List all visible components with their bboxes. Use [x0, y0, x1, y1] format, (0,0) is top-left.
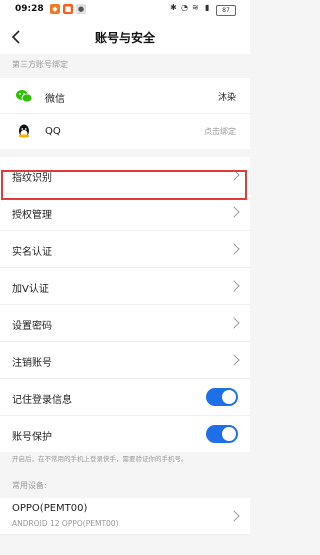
third-party-value: 沐染: [217, 93, 236, 103]
device-item[interactable]: OPPO(PEMT00) ANDROID 12 OPPO(PEMT00): [0, 498, 250, 535]
page-title: 账号与安全: [94, 31, 155, 45]
wifi-icon: ≋: [192, 3, 199, 12]
battery-indicator: 87: [216, 5, 236, 16]
third-party-name: 微信: [45, 94, 65, 105]
toggle-knob: [222, 427, 236, 441]
toggle-row-remember-login: 记住登录信息: [0, 379, 250, 416]
app-notification-icon: ●: [76, 4, 86, 14]
settings-item-realname[interactable]: 实名认证: [0, 231, 250, 268]
third-party-item-wechat[interactable]: 微信 沐染: [0, 78, 250, 114]
nav-bar: 账号与安全: [0, 20, 250, 54]
toggle-label: 账号保护: [12, 432, 52, 443]
chevron-right-icon: [228, 243, 240, 255]
settings-item-label: 授权管理: [12, 210, 52, 221]
signal-icon: ▮: [205, 3, 210, 12]
protection-note: 开启后，在不常用的手机上登录快手，需要验证你的手机号。: [12, 455, 188, 463]
section-label-devices: 常用设备:: [12, 481, 47, 490]
device-name: OPPO(PEMT00): [12, 503, 88, 514]
devices-card: OPPO(PEMT00) ANDROID 12 OPPO(PEMT00): [0, 498, 250, 535]
status-bar: 09:28 ◆ ■ ● ✱ ◔ ≋ ▮ 87: [0, 0, 250, 20]
chevron-right-icon: [228, 317, 240, 329]
toggle-label: 记住登录信息: [12, 395, 72, 406]
settings-item-delete-account[interactable]: 注销账号: [0, 342, 250, 379]
section-label-third-party: 第三方账号绑定: [12, 60, 68, 69]
settings-item-label: 注销账号: [12, 358, 52, 369]
alarm-icon: ◔: [181, 3, 188, 12]
account-protection-toggle[interactable]: [206, 425, 238, 443]
highlight-box: [1, 170, 247, 200]
third-party-card: 微信 沐染 QQ 点击绑定: [0, 78, 250, 149]
app-notification-icon: ■: [63, 4, 73, 14]
wechat-icon: [16, 90, 33, 103]
toggle-knob: [222, 390, 236, 404]
status-time: 09:28: [15, 4, 44, 14]
bluetooth-icon: ✱: [170, 3, 177, 12]
third-party-value: 点击绑定: [204, 127, 236, 136]
third-party-item-qq[interactable]: QQ 点击绑定: [0, 114, 250, 149]
settings-item-v-verify[interactable]: 加V认证: [0, 268, 250, 305]
device-detail: ANDROID 12 OPPO(PEMT00): [12, 519, 119, 528]
third-party-name: QQ: [45, 126, 61, 137]
chevron-right-icon: [228, 280, 240, 292]
remember-login-toggle[interactable]: [206, 388, 238, 406]
qq-icon: [18, 124, 30, 138]
chevron-right-icon: [228, 510, 240, 522]
settings-item-label: 设置密码: [12, 321, 52, 332]
settings-item-password[interactable]: 设置密码: [0, 305, 250, 342]
chevron-right-icon: [228, 354, 240, 366]
settings-item-label: 加V认证: [12, 284, 49, 295]
app-notification-icon: ◆: [50, 4, 60, 14]
chevron-right-icon: [228, 206, 240, 218]
toggle-row-account-protection: 账号保护: [0, 416, 250, 452]
settings-card: 指纹识别 授权管理 实名认证 加V认证 设置密码 注销账号 记住登录信息 账号保…: [0, 157, 250, 452]
settings-item-label: 实名认证: [12, 247, 52, 258]
